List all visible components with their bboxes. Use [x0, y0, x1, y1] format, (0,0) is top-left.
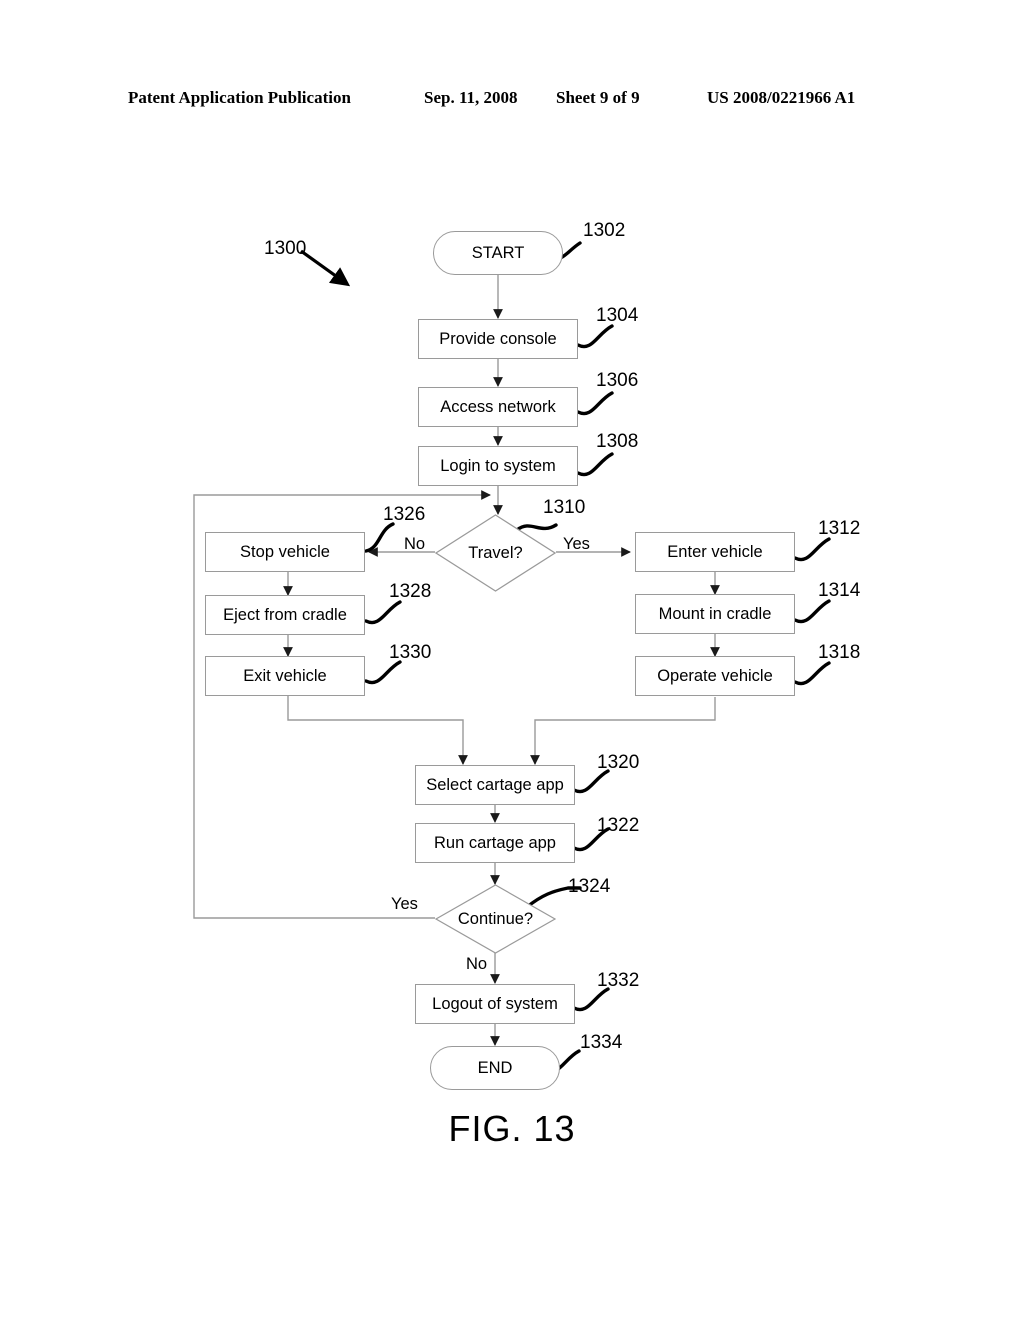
node-exit-vehicle-label: Exit vehicle [243, 666, 327, 685]
patent-page: Patent Application Publication Sep. 11, … [0, 0, 1024, 1320]
page-header: Patent Application Publication Sep. 11, … [0, 88, 1024, 114]
node-login-to-system: Login to system [418, 446, 578, 486]
ref-1334: 1334 [580, 1032, 623, 1053]
node-select-cartage-app: Select cartage app [415, 765, 575, 805]
node-enter-vehicle: Enter vehicle [635, 532, 795, 572]
node-start-label: START [471, 243, 525, 262]
figure-caption: FIG. 13 [448, 1108, 576, 1149]
node-access-network: Access network [418, 387, 578, 427]
ref-1300: 1300 [264, 238, 307, 259]
node-logout-of-system-label: Logout of system [432, 994, 558, 1013]
ref-1302: 1302 [583, 220, 626, 241]
ref-1310: 1310 [543, 497, 586, 518]
diagram-ref-arrow [300, 249, 351, 287]
node-login-to-system-label: Login to system [440, 456, 556, 475]
header-publication: Patent Application Publication [128, 88, 351, 107]
ref-1332: 1332 [597, 970, 640, 991]
node-eject-from-cradle: Eject from cradle [205, 595, 365, 635]
node-eject-from-cradle-label: Eject from cradle [223, 605, 347, 624]
ref-1324: 1324 [568, 876, 611, 897]
edge-label-travel-yes: Yes [563, 535, 590, 553]
node-exit-vehicle: Exit vehicle [205, 656, 365, 696]
edge-label-travel-no: No [404, 535, 426, 553]
ref-1318: 1318 [818, 642, 861, 663]
node-logout-of-system: Logout of system [415, 984, 575, 1024]
node-start: START [433, 231, 563, 275]
ref-1322: 1322 [597, 815, 640, 836]
node-end: END [430, 1046, 560, 1090]
node-travel-decision-label: Travel? [468, 543, 523, 562]
node-mount-in-cradle-label: Mount in cradle [658, 604, 772, 623]
node-select-cartage-app-label: Select cartage app [426, 775, 564, 794]
header-date: Sep. 11, 2008 [424, 88, 518, 107]
node-stop-vehicle: Stop vehicle [205, 532, 365, 572]
ref-1326: 1326 [383, 504, 426, 525]
ref-1328: 1328 [389, 581, 432, 602]
node-end-label: END [477, 1058, 513, 1077]
header-patent-number: US 2008/0221966 A1 [707, 88, 856, 107]
node-mount-in-cradle: Mount in cradle [635, 594, 795, 634]
node-run-cartage-app: Run cartage app [415, 823, 575, 863]
ref-1312: 1312 [818, 518, 861, 539]
node-continue-decision: Continue? [435, 884, 556, 954]
ref-1306: 1306 [596, 370, 639, 391]
node-stop-vehicle-label: Stop vehicle [240, 542, 330, 561]
node-access-network-label: Access network [440, 397, 556, 416]
node-enter-vehicle-label: Enter vehicle [667, 542, 763, 561]
ref-1320: 1320 [597, 752, 640, 773]
node-provide-console: Provide console [418, 319, 578, 359]
node-travel-decision: Travel? [435, 514, 556, 592]
node-operate-vehicle-label: Operate vehicle [657, 666, 773, 685]
ref-1304: 1304 [596, 305, 639, 326]
node-run-cartage-app-label: Run cartage app [433, 833, 556, 852]
ref-1314: 1314 [818, 580, 861, 601]
ref-1308: 1308 [596, 431, 639, 452]
node-provide-console-label: Provide console [439, 329, 557, 348]
ref-1330: 1330 [389, 642, 432, 663]
edge-label-continue-no: No [466, 955, 488, 973]
node-continue-decision-label: Continue? [457, 909, 534, 928]
header-sheet: Sheet 9 of 9 [556, 88, 640, 107]
node-operate-vehicle: Operate vehicle [635, 656, 795, 696]
edge-label-continue-yes: Yes [391, 895, 418, 913]
